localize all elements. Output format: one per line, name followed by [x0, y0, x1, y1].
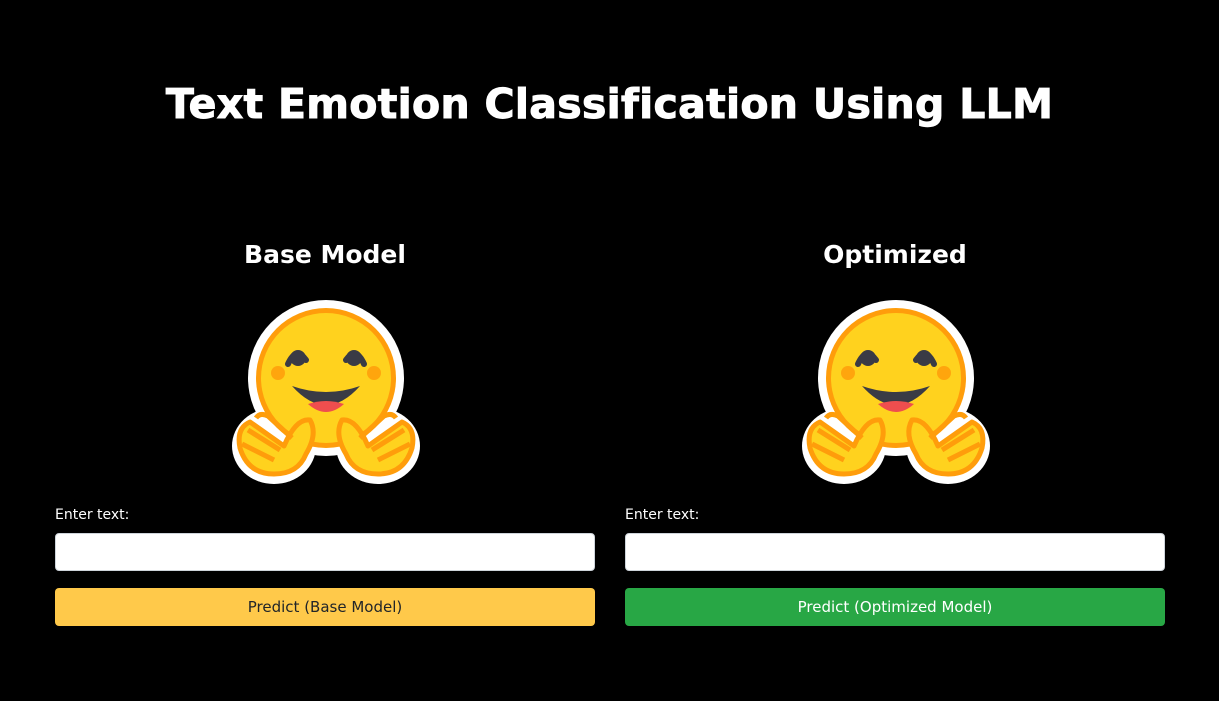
- predict-base-model-button[interactable]: Predict (Base Model): [55, 588, 595, 626]
- hugging-face-icon: [796, 298, 996, 488]
- enter-text-label: Enter text:: [55, 507, 130, 523]
- base-model-text-input[interactable]: [55, 533, 595, 571]
- optimized-model-text-input[interactable]: [625, 533, 1165, 571]
- enter-text-label: Enter text:: [625, 507, 700, 523]
- predict-optimized-model-button[interactable]: Predict (Optimized Model): [625, 588, 1165, 626]
- optimized-model-panel: Optimized Enter text: Predict (Optimized…: [625, 230, 1165, 626]
- page: Text Emotion Classification Using LLM Ba…: [0, 0, 1219, 701]
- panel-heading: Optimized: [823, 240, 967, 269]
- base-model-panel: Base Model Enter text: Predict (Base Mod…: [55, 230, 595, 626]
- panel-heading: Base Model: [244, 240, 406, 269]
- hugging-face-icon: [226, 298, 426, 488]
- page-title: Text Emotion Classification Using LLM: [165, 80, 1054, 129]
